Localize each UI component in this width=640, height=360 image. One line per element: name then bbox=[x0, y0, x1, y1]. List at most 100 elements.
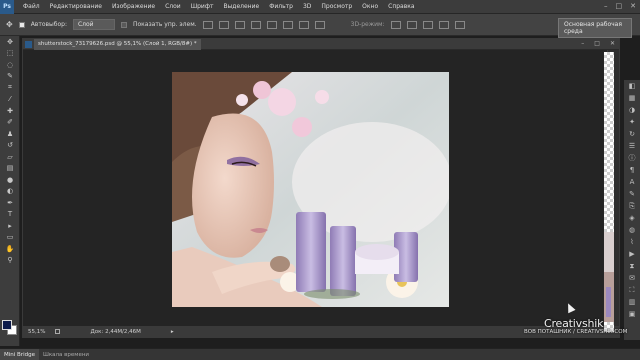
navigator-panel-icon[interactable]: ⛶ bbox=[624, 284, 640, 296]
3d-pan-icon[interactable] bbox=[422, 20, 433, 29]
autoselect-dropdown[interactable]: Слой bbox=[72, 19, 115, 30]
thumbnail-preview bbox=[604, 232, 614, 322]
menu-item-select[interactable]: Выделение bbox=[218, 3, 264, 10]
autoselect-checkbox[interactable] bbox=[18, 21, 25, 28]
zoom-level[interactable]: 55,1% bbox=[28, 329, 45, 335]
status-menu-arrow-icon[interactable]: ▸ bbox=[171, 329, 174, 335]
maximize-button[interactable]: □ bbox=[616, 2, 623, 10]
properties-panel-icon[interactable]: ☰ bbox=[624, 140, 640, 152]
histogram-panel-icon[interactable]: ▥ bbox=[624, 296, 640, 308]
document-tab[interactable]: shutterstock_73179626.psd @ 55,1% (Слой … bbox=[34, 38, 201, 50]
image-thumbnail bbox=[604, 232, 614, 322]
adjustments-panel-icon[interactable]: ◑ bbox=[624, 104, 640, 116]
path-select-tool-icon[interactable]: ▸ bbox=[0, 220, 20, 232]
pen-tool-icon[interactable]: ✒ bbox=[0, 197, 20, 209]
3d-slide-icon[interactable] bbox=[438, 20, 449, 29]
watermark-credit: ВОВ ПОТАШНИК / CREATIVSHIK.COM bbox=[524, 329, 628, 335]
clone-source-panel-icon[interactable]: ⎘ bbox=[624, 200, 640, 212]
stamp-tool-icon[interactable]: ♟ bbox=[0, 128, 20, 140]
align-left-icon[interactable] bbox=[250, 20, 261, 29]
gradient-tool-icon[interactable]: ▤ bbox=[0, 163, 20, 175]
healing-tool-icon[interactable]: ✚ bbox=[0, 105, 20, 117]
document-icon bbox=[25, 40, 32, 48]
menu-item-type[interactable]: Шрифт bbox=[186, 3, 219, 10]
main-menu: Файл Редактирование Изображение Слои Шри… bbox=[18, 3, 420, 10]
menu-item-file[interactable]: Файл bbox=[18, 3, 45, 10]
eraser-tool-icon[interactable]: ▱ bbox=[0, 151, 20, 163]
lasso-tool-icon[interactable]: ◌ bbox=[0, 59, 20, 71]
info-panel-icon[interactable]: ⓘ bbox=[624, 152, 640, 164]
blur-tool-icon[interactable]: ● bbox=[0, 174, 20, 186]
3d-roll-icon[interactable] bbox=[406, 20, 417, 29]
distribute-horizontal-icon[interactable] bbox=[314, 20, 325, 29]
quick-select-tool-icon[interactable]: ✎ bbox=[0, 71, 20, 83]
history-brush-tool-icon[interactable]: ↺ bbox=[0, 140, 20, 152]
document-image[interactable] bbox=[172, 72, 449, 307]
3d-scale-icon[interactable] bbox=[454, 20, 465, 29]
panel-dock: ◧ ▦ ◑ ✦ ↻ ☰ ⓘ ¶ A ✎ ⎘ ◈ ◍ ⌇ ▶ ⧗ ✉ ⛶ ▥ ▣ bbox=[604, 42, 640, 342]
3d-mode-label: 3D-режим: bbox=[350, 21, 385, 28]
menu-bar: Ps Файл Редактирование Изображение Слои … bbox=[0, 0, 640, 14]
menu-item-filter[interactable]: Фильтр bbox=[264, 3, 298, 10]
menu-item-view[interactable]: Просмотр bbox=[316, 3, 357, 10]
styles-panel-icon[interactable]: ✦ bbox=[624, 116, 640, 128]
window-controls: – □ ✕ bbox=[604, 2, 636, 10]
align-bottom-icon[interactable] bbox=[234, 20, 245, 29]
hand-tool-icon[interactable]: ✋ bbox=[0, 243, 20, 255]
color-panel-icon[interactable]: ◧ bbox=[624, 80, 640, 92]
doc-minimize-button[interactable]: – bbox=[581, 40, 584, 47]
autoselect-label: Автовыбор: bbox=[30, 21, 67, 28]
show-controls-checkbox[interactable] bbox=[120, 21, 127, 28]
photoshop-logo: Ps bbox=[0, 0, 14, 14]
move-tool-preset-icon[interactable]: ✥ bbox=[6, 20, 13, 29]
menu-item-window[interactable]: Окно bbox=[357, 3, 383, 10]
tab-mini-bridge[interactable]: Mini Bridge bbox=[0, 348, 39, 360]
brush-tool-icon[interactable]: ✐ bbox=[0, 117, 20, 129]
tools-panel: ✥ ⬚ ◌ ✎ ⌗ ⁄ ✚ ✐ ♟ ↺ ▱ ▤ ● ◐ ✒ T ▸ ▭ ✋ ⚲ bbox=[0, 36, 20, 346]
menu-item-image[interactable]: Изображение bbox=[107, 3, 160, 10]
doc-maximize-button[interactable]: □ bbox=[594, 40, 600, 47]
foreground-color-swatch[interactable] bbox=[2, 320, 12, 330]
move-tool-icon[interactable]: ✥ bbox=[0, 36, 20, 48]
menu-item-3d[interactable]: 3D bbox=[298, 3, 316, 10]
align-right-icon[interactable] bbox=[282, 20, 293, 29]
align-center-icon[interactable] bbox=[266, 20, 277, 29]
status-info-icon[interactable] bbox=[55, 329, 61, 334]
align-middle-icon[interactable] bbox=[218, 20, 229, 29]
crop-tool-icon[interactable]: ⌗ bbox=[0, 82, 20, 94]
swatches-panel-icon[interactable]: ▦ bbox=[624, 92, 640, 104]
eyedropper-tool-icon[interactable]: ⁄ bbox=[0, 94, 20, 106]
menu-item-layers[interactable]: Слои bbox=[160, 3, 186, 10]
canvas-area[interactable] bbox=[23, 50, 603, 328]
show-controls-label: Показать упр. элем. bbox=[132, 21, 197, 28]
actions-panel-icon[interactable]: ▶ bbox=[624, 248, 640, 260]
notes-panel-icon[interactable]: ✉ bbox=[624, 272, 640, 284]
character-panel-icon[interactable]: A bbox=[624, 176, 640, 188]
history-panel-icon[interactable]: ↻ bbox=[624, 128, 640, 140]
paragraph-panel-icon[interactable]: ¶ bbox=[624, 164, 640, 176]
align-top-icon[interactable] bbox=[202, 20, 213, 29]
brush-panel-icon[interactable]: ✎ bbox=[624, 188, 640, 200]
channels-panel-icon[interactable]: ◍ bbox=[624, 224, 640, 236]
3d-rotate-icon[interactable] bbox=[390, 20, 401, 29]
tab-timeline[interactable]: Шкала времени bbox=[39, 349, 93, 360]
close-button[interactable]: ✕ bbox=[630, 2, 636, 10]
options-bar: ✥ Автовыбор: Слой Показать упр. элем. 3D… bbox=[0, 14, 640, 38]
menu-item-help[interactable]: Справка bbox=[383, 3, 419, 10]
cosmetics-photo bbox=[172, 72, 449, 307]
distribute-icon[interactable] bbox=[298, 20, 309, 29]
bottom-panel-tabs: Mini Bridge Шкала времени bbox=[0, 348, 640, 360]
zoom-tool-icon[interactable]: ⚲ bbox=[0, 255, 20, 267]
layers-panel-icon[interactable]: ◈ bbox=[624, 212, 640, 224]
watermark: Creativshik ВОВ ПОТАШНИК / CREATIVSHIK.C… bbox=[524, 317, 627, 335]
document-size: Док: 2,44M/2,46M bbox=[90, 328, 141, 335]
minimize-button[interactable]: – bbox=[604, 2, 608, 10]
type-tool-icon[interactable]: T bbox=[0, 209, 20, 221]
workspace-dropdown[interactable]: Основная рабочая среда bbox=[558, 18, 632, 38]
marquee-tool-icon[interactable]: ⬚ bbox=[0, 48, 20, 60]
timeline-panel-icon[interactable]: ⧗ bbox=[624, 260, 640, 272]
paths-panel-icon[interactable]: ⌇ bbox=[624, 236, 640, 248]
shape-tool-icon[interactable]: ▭ bbox=[0, 232, 20, 244]
menu-item-edit[interactable]: Редактирование bbox=[45, 3, 107, 10]
dodge-tool-icon[interactable]: ◐ bbox=[0, 186, 20, 198]
